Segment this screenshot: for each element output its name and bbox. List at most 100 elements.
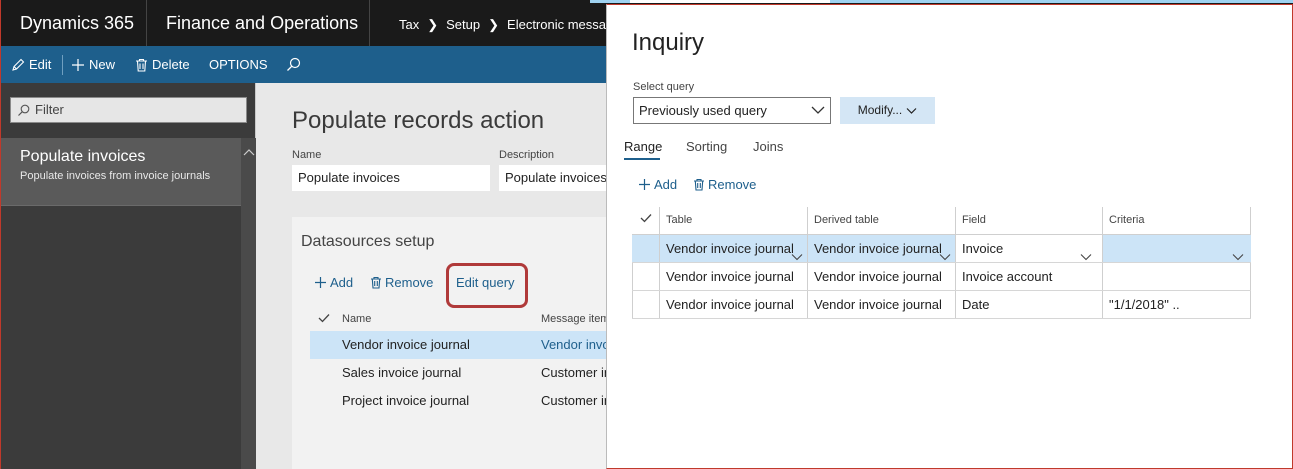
select-query-value: Previously used query [639,103,767,118]
page-title: Populate records action [292,107,545,134]
table-row[interactable]: Vendor invoice journal Vendor invoice jo… [632,263,1251,291]
row-name: Project invoice journal [342,393,470,408]
plus-icon [315,277,326,288]
options-button[interactable]: OPTIONS [209,46,268,83]
tab-joins[interactable]: Joins [753,139,783,154]
search-icon [287,57,301,71]
chevron-right-icon: ❯ [427,17,439,32]
criteria-dropdown[interactable] [1102,235,1250,262]
trash-icon [136,58,147,72]
table-row[interactable]: Vendor invoice journal Vendor invo [310,331,610,359]
row-selector[interactable] [632,263,659,290]
remove-datasource-label: Remove [385,275,434,290]
tab-range[interactable]: Range [624,139,662,154]
edit-button[interactable]: Edit [11,46,51,83]
row-name: Vendor invoice journal [342,337,470,352]
trash-icon [371,276,381,289]
new-button[interactable]: New [71,46,115,83]
chevron-down-icon [906,108,917,114]
delete-button[interactable]: Delete [135,46,190,83]
chevron-down-icon [1232,243,1244,262]
list-item-subtitle: Populate invoices from invoice journals [20,170,211,182]
criteria-value[interactable] [1102,263,1250,290]
modify-button-label: Modify... [857,103,903,117]
breadcrumb-item-electronic-messages[interactable]: Electronic messag [507,17,613,32]
column-header-message-item[interactable]: Message item [541,313,609,325]
table-value[interactable]: Vendor invoice journal [659,263,807,290]
remove-range-label: Remove [708,177,757,192]
chevron-right-icon: ❯ [488,17,500,32]
name-label: Name [292,149,322,161]
filter-input[interactable]: Filter [10,97,247,123]
list-divider [1,205,241,206]
row-message-item[interactable]: Vendor invo [541,331,610,359]
field-value[interactable]: Invoice account [955,263,1102,290]
add-datasource-button[interactable]: Add [314,275,353,290]
scroll-up-icon[interactable] [241,148,256,160]
row-selector[interactable] [632,291,659,318]
derived-table-value[interactable]: Vendor invoice journal [807,291,955,318]
modify-button[interactable]: Modify... [840,97,935,124]
row-message-item: Customer in [541,393,612,408]
field-value[interactable]: Date [955,291,1102,318]
brand-label[interactable]: Dynamics 365 [1,0,147,46]
select-query-label: Select query [633,81,695,93]
edit-query-highlight [446,263,528,308]
add-range-label: Add [654,177,678,192]
add-range-button[interactable]: Add [638,177,677,192]
description-field[interactable]: Populate invoices [499,165,606,191]
column-header-table[interactable]: Table [659,207,807,234]
chevron-down-icon [810,99,826,129]
datasources-title: Datasources setup [301,233,435,250]
list-item-title: Populate invoices [20,148,146,165]
table-row[interactable]: Vendor invoice journal Vendor invoice jo… [632,291,1251,319]
chevron-down-icon [1080,243,1092,262]
derived-table-dropdown[interactable]: Vendor invoice journal [807,235,955,262]
remove-range-button[interactable]: Remove [693,177,756,192]
table-dropdown[interactable]: Vendor invoice journal [659,235,807,262]
breadcrumb-item-setup[interactable]: Setup [446,17,480,32]
column-header-criteria[interactable]: Criteria [1102,207,1250,234]
column-header-name[interactable]: Name [342,313,371,325]
table-row[interactable]: Vendor invoice journal Vendor invoice jo… [632,235,1251,263]
derived-table-value[interactable]: Vendor invoice journal [807,263,955,290]
chevron-down-icon [939,243,951,262]
window-top-strip [590,0,1293,3]
column-header-derived-table[interactable]: Derived table [807,207,955,234]
left-list-pane: Filter Populate invoices Populate invoic… [0,83,256,469]
app-name-label[interactable]: Finance and Operations [148,0,370,46]
search-button[interactable] [286,46,305,83]
row-selector[interactable] [632,235,659,262]
datasources-panel: Datasources setup Add Remove Edit query … [292,217,611,469]
grid-header: Table Derived table Field Criteria [632,207,1251,234]
table-row[interactable]: Sales invoice journal Customer in [310,359,611,387]
row-name: Sales invoice journal [342,365,462,380]
plus-icon [72,59,84,71]
criteria-value[interactable]: "1/1/2018" .. [1102,291,1250,318]
edit-button-label: Edit [29,57,52,72]
breadcrumb-item-tax[interactable]: Tax [399,17,419,32]
dialog-title: Inquiry [632,29,705,56]
active-tab-indicator [624,158,660,160]
scrollbar[interactable] [241,138,256,469]
filter-placeholder: Filter [35,102,64,117]
remove-datasource-button[interactable]: Remove [370,275,433,290]
delete-button-label: Delete [152,57,190,72]
table-row[interactable]: Project invoice journal Customer in [310,387,611,415]
name-field[interactable]: Populate invoices [292,165,490,191]
plus-icon [639,179,650,190]
toolbar-divider [62,55,63,75]
tab-sorting[interactable]: Sorting [686,139,727,154]
row-message-item: Customer in [541,365,612,380]
list-item[interactable]: Populate invoices Populate invoices from… [1,138,241,205]
new-button-label: New [89,57,116,72]
select-all-check-icon[interactable] [318,313,330,326]
select-query-dropdown[interactable]: Previously used query [633,97,831,124]
main-content: Populate records action Name Populate in… [256,83,611,469]
field-dropdown[interactable]: Invoice [955,235,1102,262]
table-value[interactable]: Vendor invoice journal [659,291,807,318]
select-all-check-icon[interactable] [632,207,659,234]
column-header-field[interactable]: Field [955,207,1102,234]
description-label: Description [499,149,555,161]
table-value: Vendor invoice journal [666,241,794,256]
